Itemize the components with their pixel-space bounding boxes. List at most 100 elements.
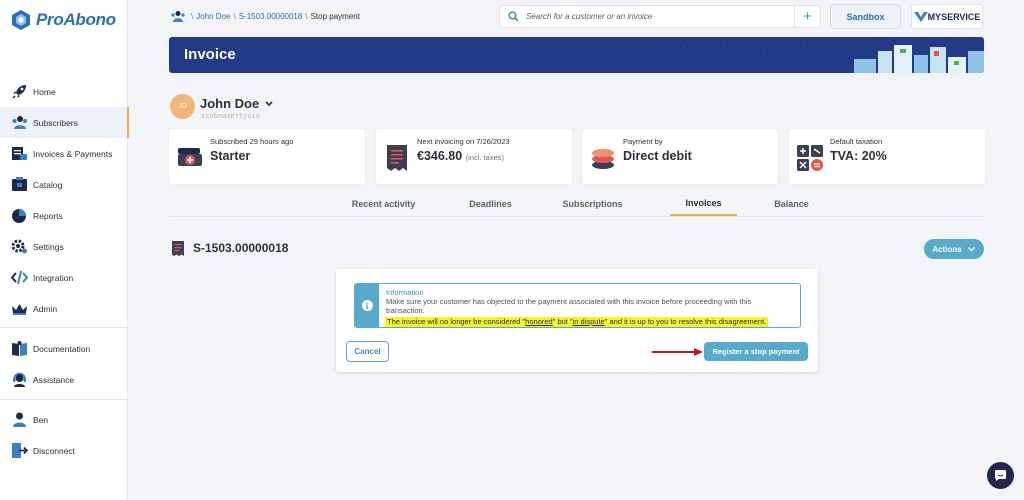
search-input[interactable] — [526, 12, 788, 21]
customer-reference: scvbnazertyuio — [201, 112, 261, 120]
search-box: + — [499, 5, 821, 28]
invoices-icon — [12, 147, 27, 160]
card-value: TVA: 20% — [830, 149, 887, 163]
card-value: Direct debit — [623, 149, 692, 163]
term-honored: honored — [525, 317, 553, 326]
chevron-down-icon — [967, 246, 975, 252]
logo[interactable]: ProAbono — [12, 10, 116, 30]
sidebar-item-label: Integration — [33, 272, 74, 283]
subscription-icon — [178, 148, 202, 166]
book-icon — [12, 341, 27, 356]
service-name: MYSERVICE — [927, 11, 981, 22]
register-stop-payment-button[interactable]: Register a stop payment — [704, 342, 808, 361]
sidebar-item-integration[interactable]: Integration — [0, 262, 128, 293]
sidebar-item-invoices-payments[interactable]: Invoices & Payments — [0, 138, 128, 169]
sidebar-item-catalog[interactable]: Catalog — [0, 169, 128, 200]
headset-icon — [13, 372, 26, 387]
sidebar-item-settings[interactable]: Settings — [0, 231, 128, 262]
avatar: JD — [170, 94, 195, 119]
cancel-button[interactable]: Cancel — [346, 341, 389, 362]
tabs-divider — [169, 216, 984, 217]
sandbox-button[interactable]: Sandbox — [830, 4, 901, 29]
invoice-icon — [172, 241, 184, 256]
add-button[interactable]: + — [794, 6, 820, 27]
card-label: Payment by — [623, 137, 663, 146]
subscribers-icon — [171, 11, 185, 22]
sidebar-divider — [0, 327, 128, 328]
sidebar-item-label: Ben — [33, 414, 49, 425]
logo-text: ProAbono — [36, 10, 116, 29]
card-value: €346.80 (incl. taxes) — [417, 149, 504, 163]
chat-button[interactable] — [987, 462, 1014, 489]
chevron-down-icon — [265, 100, 273, 106]
breadcrumb-customer-link[interactable]: John Doe — [196, 12, 230, 21]
rocket-icon — [12, 85, 26, 99]
sidebar-item-assistance[interactable]: Assistance — [0, 364, 128, 395]
card-value: Starter — [210, 149, 251, 163]
sidebar-item-label: Admin — [33, 303, 58, 314]
subscribers-icon — [12, 116, 27, 129]
code-icon — [11, 270, 28, 285]
user-icon — [13, 412, 26, 427]
sidebar-item-label: Disconnect — [33, 445, 76, 456]
term-in-dispute: in dispute — [572, 317, 605, 326]
city-illustration — [683, 42, 984, 73]
sidebar-item-label: Documentation — [33, 343, 91, 354]
arrow-annotation-icon — [652, 348, 703, 356]
logo-icon — [12, 10, 30, 30]
service-logo-icon — [913, 11, 928, 22]
sidebar-item-label: Catalog — [33, 179, 63, 190]
breadcrumb-current: Stop payment — [310, 11, 360, 21]
pie-chart-icon — [12, 209, 26, 223]
sidebar-item-admin[interactable]: Admin — [0, 293, 128, 324]
sidebar-item-label: Reports — [33, 210, 63, 221]
gear-icon — [11, 239, 27, 254]
card-payment[interactable]: Payment by Direct debit — [582, 129, 778, 184]
tab-invoices[interactable]: Invoices — [670, 192, 737, 216]
sidebar-item-home[interactable]: Home — [0, 76, 128, 107]
tab-subscriptions[interactable]: Subscriptions — [529, 192, 656, 216]
coins-icon — [592, 149, 614, 169]
sidebar-item-label: Invoices & Payments — [33, 148, 113, 159]
sidebar-item-label: Assistance — [33, 374, 75, 385]
plus-icon: + — [803, 8, 812, 25]
card-subscription[interactable]: Subscribed 29 hours ago Starter — [169, 129, 365, 184]
sidebar: ProAbono Home Subscribers Invoices & Pay… — [0, 0, 129, 500]
info-box: i Information Make sure your customer ha… — [354, 283, 801, 328]
card-amount-suffix: (incl. taxes) — [465, 153, 505, 162]
sidebar-item-reports[interactable]: Reports — [0, 200, 128, 231]
sidebar-divider — [0, 399, 128, 400]
main-nav: Home Subscribers Invoices & Payments Cat… — [0, 76, 129, 324]
tab-balance[interactable]: Balance — [737, 192, 846, 216]
card-next-invoicing[interactable]: Next invoicing on 7/26/2023 €346.80 (inc… — [376, 129, 572, 184]
tab-deadlines[interactable]: Deadlines — [452, 192, 529, 216]
info-icon: i — [361, 300, 373, 311]
service-switcher[interactable]: MYSERVICE — [911, 4, 983, 29]
chat-icon — [995, 470, 1006, 481]
sidebar-item-user[interactable]: Ben — [0, 404, 128, 435]
sidebar-item-disconnect[interactable]: Disconnect — [0, 435, 128, 466]
card-label: Subscribed 29 hours ago — [210, 137, 294, 146]
receipt-icon — [387, 145, 407, 171]
customer-name-dropdown[interactable]: John Doe — [200, 96, 274, 111]
card-label: Default taxation — [830, 137, 883, 146]
tab-recent-activity[interactable]: Recent activity — [315, 192, 452, 216]
sidebar-item-subscribers[interactable]: Subscribers — [0, 107, 129, 138]
sidebar-item-label: Home — [33, 86, 56, 97]
crown-icon — [12, 304, 27, 315]
info-text: Make sure your customer has objected to … — [386, 297, 752, 315]
info-title: Information — [386, 288, 424, 297]
page-banner: Invoice — [169, 37, 984, 73]
card-amount: €346.80 — [417, 149, 463, 163]
card-label: Next invoicing on 7/26/2023 — [417, 137, 510, 146]
user-nav: Ben Disconnect — [0, 404, 128, 466]
sidebar-item-documentation[interactable]: Documentation — [0, 333, 128, 364]
tab-bar: Recent activity Deadlines Subscriptions … — [315, 192, 846, 216]
info-sidebar: i — [355, 284, 379, 327]
actions-button[interactable]: Actions — [924, 239, 984, 259]
logout-icon — [12, 443, 28, 458]
breadcrumb-invoice-link[interactable]: S-1503.00000018 — [239, 12, 303, 21]
actions-label: Actions — [932, 244, 962, 254]
sidebar-item-label: Settings — [33, 241, 64, 252]
card-taxation[interactable]: Default taxation TVA: 20% — [789, 129, 985, 184]
